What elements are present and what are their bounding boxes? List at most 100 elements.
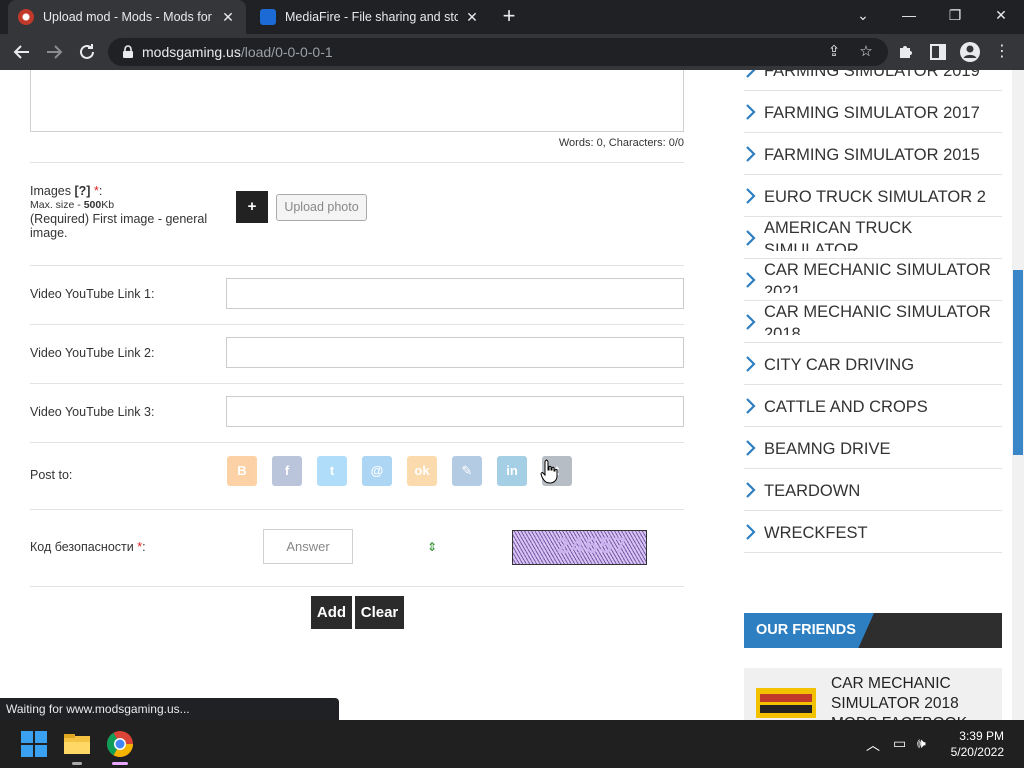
menu-kebab-icon[interactable]: ⋮: [990, 40, 1014, 64]
sidebar-category-item[interactable]: FARMING SIMULATOR 2015: [744, 133, 1002, 175]
chrome-icon[interactable]: [104, 728, 136, 760]
file-explorer-icon[interactable]: [61, 728, 93, 760]
captcha-text: 24657: [557, 533, 629, 558]
chevron-right-icon: [746, 230, 756, 246]
sidebar-category-item[interactable]: WRECKFEST: [744, 511, 1002, 553]
sidebar-category-label: AMERICAN TRUCK SIMULATOR: [764, 219, 913, 251]
sidebar-category-label: FARMING SIMULATOR 2017: [764, 104, 980, 122]
sidebar-category-item[interactable]: EURO TRUCK SIMULATOR 2: [744, 175, 1002, 217]
reload-button[interactable]: [75, 40, 99, 64]
sidebar-category-item[interactable]: FARMING SIMULATOR 2017: [744, 91, 1002, 133]
bookmark-star-icon[interactable]: ☆: [856, 42, 876, 62]
sidebar-category-item[interactable]: CATTLE AND CROPS: [744, 385, 1002, 427]
sidebar-category-label: CATTLE AND CROPS: [764, 398, 928, 416]
divider: [30, 509, 684, 510]
back-button[interactable]: [10, 40, 34, 64]
tab-mediafire[interactable]: MediaFire - File sharing and storage ✕: [250, 0, 490, 34]
chevron-right-icon: [746, 272, 756, 288]
sidebar-category-item[interactable]: TEARDOWN: [744, 469, 1002, 511]
close-window-button[interactable]: ✕: [978, 0, 1024, 30]
profile-avatar-icon[interactable]: [958, 40, 982, 64]
chevron-right-icon: [746, 398, 756, 414]
clock-time: 3:39 PM: [959, 729, 1004, 743]
chevron-right-icon: [746, 70, 756, 78]
share-icon[interactable]: ⇪: [824, 42, 844, 62]
minimize-button[interactable]: —: [886, 0, 932, 30]
clear-button[interactable]: Clear: [355, 596, 404, 629]
mediafire-favicon-icon: [260, 9, 276, 25]
tab-upload-mod[interactable]: Upload mod - Mods - Mods for Games ✕: [8, 0, 246, 34]
description-textarea[interactable]: [30, 70, 684, 132]
sidebar-category-label: CITY CAR DRIVING: [764, 356, 915, 374]
reload-icon: [80, 44, 94, 59]
video-link-3-label: Video YouTube Link 3:: [30, 405, 155, 419]
site-favicon-icon: [18, 9, 34, 25]
chevron-right-icon: [746, 146, 756, 162]
divider: [30, 442, 684, 443]
address-bar[interactable]: modsgaming.us/load/0-0-0-0-1 ⇪ ☆: [108, 38, 888, 66]
browser-window: Upload mod - Mods - Mods for Games ✕ Med…: [0, 0, 1024, 768]
close-tab-icon[interactable]: ✕: [464, 9, 480, 26]
mail-icon[interactable]: @: [362, 456, 392, 486]
divider: [30, 162, 684, 163]
facebook-icon[interactable]: f: [272, 456, 302, 486]
extensions-puzzle-icon[interactable]: [894, 40, 918, 64]
divider: [30, 324, 684, 325]
sidebar-category-label: FARMING SIMULATOR 2015: [764, 146, 980, 164]
sidebar-category-item[interactable]: BEAMNG DRIVE: [744, 427, 1002, 469]
sidebar-category-item[interactable]: CAR MECHANIC SIMULATOR 2018: [744, 301, 1002, 343]
livejournal-icon[interactable]: ✎: [452, 456, 482, 486]
system-clock[interactable]: 3:39 PM 5/20/2022: [951, 728, 1004, 760]
our-friends-header: OUR FRIENDS: [744, 613, 1002, 648]
video-link-3-input[interactable]: [226, 396, 684, 427]
sidebar-category-item[interactable]: FARMING SIMULATOR 2019: [744, 70, 1002, 91]
sidebar-category-label: EURO TRUCK SIMULATOR 2: [764, 188, 986, 206]
friend-card[interactable]: CAR MECHANIC SIMULATOR 2018 MODS FACEBOO…: [744, 668, 1002, 720]
upload-photo-button[interactable]: Upload photo: [276, 194, 367, 221]
volume-icon[interactable]: 🕪: [917, 735, 926, 752]
blogger-icon[interactable]: B: [227, 456, 257, 486]
divider: [30, 383, 684, 384]
chevron-up-icon[interactable]: ︿: [866, 735, 880, 755]
sidebar-category-label: TEARDOWN: [764, 482, 861, 500]
chevron-right-icon: [746, 440, 756, 456]
sidebar-category-item[interactable]: AMERICAN TRUCK SIMULATOR: [744, 217, 1002, 259]
url-text: modsgaming.us/load/0-0-0-0-1: [142, 44, 333, 60]
captcha-answer-input[interactable]: Answer: [263, 529, 353, 564]
divider: [30, 265, 684, 266]
restore-button[interactable]: ❐: [932, 0, 978, 30]
hand-cursor-icon: [540, 459, 558, 484]
our-friends-title: OUR FRIENDS: [756, 622, 856, 638]
friend-card-title: CAR MECHANIC SIMULATOR 2018 MODS FACEBOO…: [831, 675, 967, 720]
twitter-icon[interactable]: t: [317, 456, 347, 486]
windows-start-icon[interactable]: [18, 728, 50, 760]
odnoklassniki-icon[interactable]: ok: [407, 456, 437, 486]
clock-date: 5/20/2022: [950, 745, 1004, 759]
images-label: Images: [30, 184, 71, 198]
scrollbar-thumb[interactable]: [1013, 270, 1023, 455]
close-tab-icon[interactable]: ✕: [220, 9, 236, 26]
sidebar-category-item[interactable]: CAR MECHANIC SIMULATOR 2021: [744, 259, 1002, 301]
forward-button[interactable]: [42, 40, 66, 64]
tab-title: Upload mod - Mods - Mods for Games: [43, 10, 214, 24]
images-help-link[interactable]: [?]: [74, 184, 90, 198]
network-icon[interactable]: ▭: [893, 735, 906, 752]
url-path: /load/0-0-0-0-1: [240, 44, 333, 60]
new-tab-button[interactable]: +: [497, 5, 521, 29]
video-link-2-input[interactable]: [226, 337, 684, 368]
linkedin-icon[interactable]: in: [497, 456, 527, 486]
video-link-1-input[interactable]: [226, 278, 684, 309]
url-host: modsgaming.us: [142, 44, 241, 60]
post-to-label: Post to:: [30, 468, 73, 482]
lock-icon: [123, 45, 133, 58]
page-scrollbar[interactable]: [1012, 70, 1024, 720]
add-button[interactable]: Add: [311, 596, 352, 629]
word-counter: Words: 0, Characters: 0/0: [558, 137, 684, 149]
side-panel-icon[interactable]: [926, 40, 950, 64]
refresh-captcha-icon[interactable]: ⇕: [426, 540, 438, 554]
tab-search-icon[interactable]: ⌄: [840, 0, 886, 30]
sidebar-category-item[interactable]: CITY CAR DRIVING: [744, 343, 1002, 385]
security-code-label: Код безопасности *:: [30, 540, 146, 554]
add-image-button[interactable]: +: [236, 191, 268, 223]
sidebar-category-label: WRECKFEST: [764, 524, 868, 542]
